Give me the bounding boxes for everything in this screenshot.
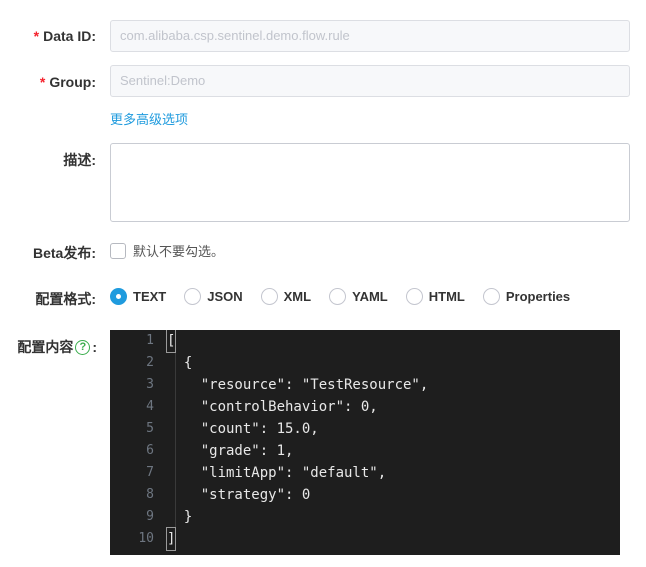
content-label-colon: :	[92, 339, 97, 355]
format-option-yaml[interactable]: YAML	[329, 288, 388, 305]
code-text[interactable]: {	[167, 352, 192, 374]
code-text[interactable]: "strategy": 0	[167, 484, 311, 506]
code-text[interactable]: "grade": 1,	[167, 440, 294, 462]
line-number: 9	[146, 509, 154, 524]
line-number: 7	[146, 465, 154, 480]
format-label: 配置格式:	[35, 291, 96, 307]
format-option-label[interactable]: XML	[284, 289, 311, 304]
radio-unchecked-icon[interactable]	[405, 288, 423, 305]
data-id-label: * Data ID:	[34, 26, 96, 46]
code-text[interactable]: "count": 15.0,	[167, 418, 319, 440]
format-option-xml[interactable]: XML	[260, 288, 311, 305]
editor-line[interactable]: 1[	[110, 330, 620, 353]
code-text[interactable]: "limitApp": "default",	[167, 462, 386, 484]
editor-line[interactable]: 8 "strategy": 0	[110, 484, 620, 506]
line-number: 1	[146, 333, 154, 348]
format-option-label[interactable]: YAML	[352, 289, 388, 304]
line-number: 5	[146, 421, 154, 436]
code-text[interactable]: "controlBehavior": 0,	[167, 396, 378, 418]
format-option-text[interactable]: TEXT	[110, 288, 166, 305]
line-number: 10	[138, 531, 154, 546]
format-option-html[interactable]: HTML	[405, 288, 465, 305]
editor-line[interactable]: 6 "grade": 1,	[110, 440, 620, 462]
format-option-json[interactable]: JSON	[184, 288, 243, 305]
radio-unchecked-icon[interactable]	[482, 288, 500, 305]
editor-line[interactable]: 7 "limitApp": "default",	[110, 462, 620, 484]
editor-line[interactable]: 2 {	[110, 352, 620, 374]
format-option-label[interactable]: JSON	[207, 289, 242, 304]
editor-line[interactable]: 3 "resource": "TestResource",	[110, 374, 620, 396]
code-text[interactable]: [	[165, 330, 177, 353]
line-number: 6	[146, 443, 154, 458]
data-id-label-text: Data ID:	[43, 28, 96, 44]
required-mark: *	[33, 28, 40, 44]
group-label-text: Group:	[49, 74, 96, 90]
beta-label: Beta发布:	[32, 245, 96, 261]
code-text[interactable]: }	[167, 506, 192, 528]
editor-line[interactable]: 10]	[110, 527, 620, 551]
code-text[interactable]: "resource": "TestResource",	[167, 374, 429, 396]
help-icon[interactable]: ?	[75, 339, 91, 355]
line-number: 3	[146, 377, 154, 392]
radio-unchecked-icon[interactable]	[260, 288, 278, 305]
line-number: 8	[146, 487, 154, 502]
advanced-options-link[interactable]: 更多高级选项	[110, 111, 188, 129]
radio-checked-icon[interactable]	[110, 288, 127, 305]
content-label-text: 配置内容	[17, 339, 74, 355]
content-label: 配置内容?:	[17, 337, 97, 357]
format-option-label[interactable]: HTML	[429, 289, 465, 304]
data-id-input[interactable]: com.alibaba.csp.sentinel.demo.flow.rule	[110, 20, 630, 52]
radio-unchecked-icon[interactable]	[184, 288, 202, 305]
line-number: 2	[146, 355, 154, 370]
editor-line[interactable]: 9 }	[110, 506, 620, 528]
beta-checkbox-label[interactable]: 默认不要勾选。	[133, 241, 224, 260]
format-option-properties[interactable]: Properties	[482, 288, 570, 305]
code-editor[interactable]: 1[ 2 { 3 "resource": "TestResource", 4 "…	[110, 330, 620, 555]
group-label: * Group:	[40, 72, 96, 92]
radio-unchecked-icon[interactable]	[329, 288, 347, 305]
description-textarea[interactable]	[110, 143, 630, 222]
format-radio-group: TEXT JSON XML YAML HTML Properties	[110, 288, 588, 305]
group-input[interactable]: Sentinel:Demo	[110, 65, 630, 97]
line-number: 4	[146, 399, 154, 414]
beta-checkbox-group[interactable]: 默认不要勾选。	[110, 241, 224, 260]
required-mark: *	[39, 74, 46, 90]
format-option-label[interactable]: TEXT	[133, 289, 166, 304]
editor-line[interactable]: 4 "controlBehavior": 0,	[110, 396, 620, 418]
beta-checkbox[interactable]	[110, 242, 126, 259]
description-label: 描述:	[63, 152, 96, 168]
format-option-label[interactable]: Properties	[506, 289, 570, 304]
code-text[interactable]: ]	[165, 527, 177, 551]
editor-line[interactable]: 5 "count": 15.0,	[110, 418, 620, 440]
